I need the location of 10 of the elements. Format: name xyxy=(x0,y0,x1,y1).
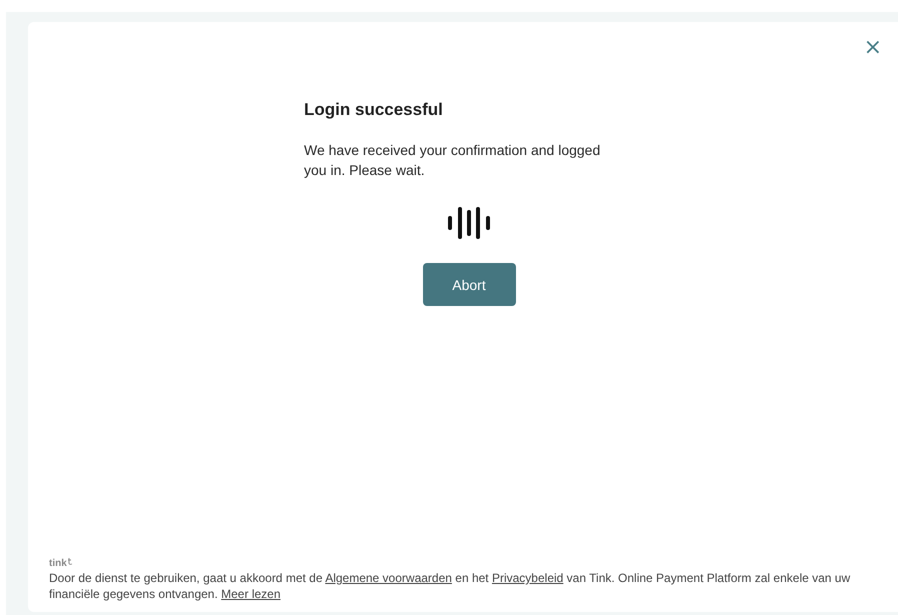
terms-notice: Door de dienst te gebruiken, gaat u akkoord met de Algemene voorwaarden en het Privacybeleid van Tink. Online Payment Platform zal enkele van uw financiële gegevens ontvangen. Meer lezen xyxy=(49,570,852,602)
close-button[interactable]: × xyxy=(864,38,882,58)
abort-button[interactable]: Abort xyxy=(422,263,516,306)
loading-bars-icon xyxy=(446,204,492,242)
terms-link[interactable]: Algemene voorwaarden xyxy=(325,571,452,585)
dialog-message: We have received your confirmation and logged you in. Please wait. xyxy=(304,141,602,180)
brand-logo: tink xyxy=(49,558,73,569)
terms-link[interactable]: Privacybeleid xyxy=(492,571,564,585)
terms-link[interactable]: Meer lezen xyxy=(221,587,281,601)
dialog-title: Login successful xyxy=(304,100,443,120)
